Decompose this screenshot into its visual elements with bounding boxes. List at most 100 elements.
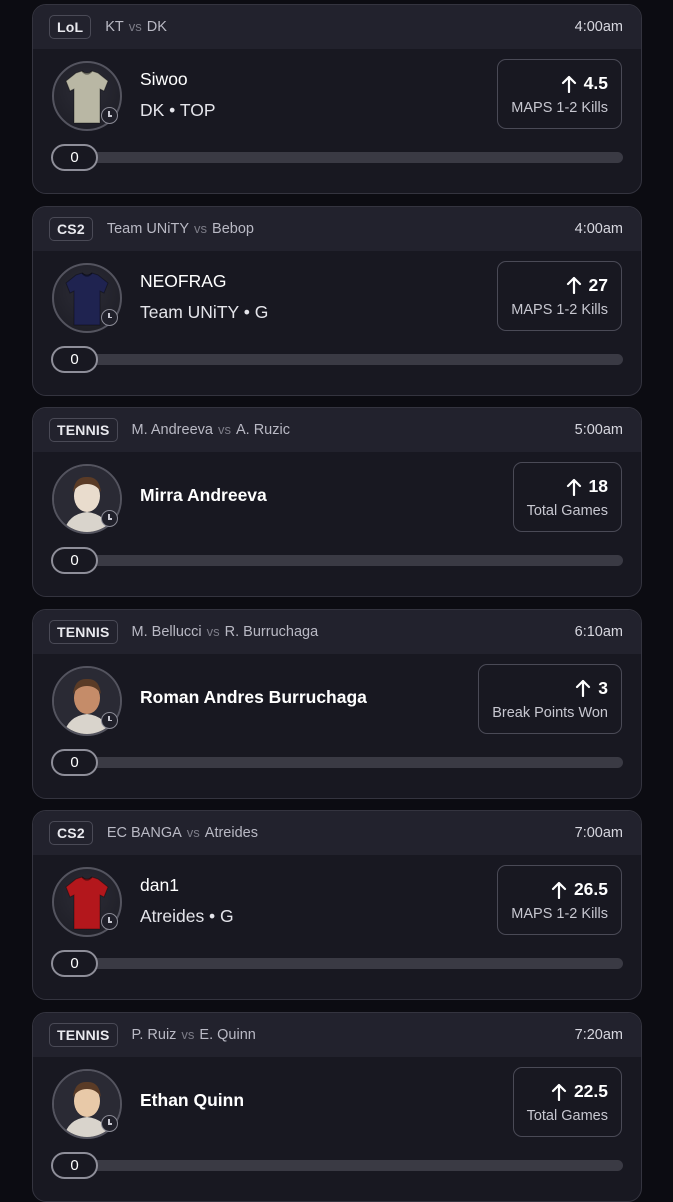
player-info: Ethan Quinn xyxy=(140,1090,244,1111)
matchup: KT vs DK xyxy=(105,19,167,35)
player-info: Mirra Andreeva xyxy=(140,485,267,506)
stat-line: 4.5 xyxy=(511,73,608,94)
projection-stat-button[interactable]: 26.5 MAPS 1-2 Kills xyxy=(497,865,622,936)
vs-label: vs xyxy=(194,220,208,236)
stat-label: Total Games xyxy=(526,503,608,520)
card-body: Ethan Quinn 22.5 Total Games 0 xyxy=(33,1057,641,1179)
clock-icon xyxy=(101,510,118,528)
stat-value: 27 xyxy=(588,274,608,295)
projection-card[interactable]: TENNIS M. Bellucci vs R. Burruchaga 6:10… xyxy=(32,608,642,799)
clock-icon xyxy=(101,107,118,124)
projection-card[interactable]: TENNIS P. Ruiz vs E. Quinn 7:20am Ethan … xyxy=(32,1012,642,1202)
arrow-up-icon xyxy=(561,75,576,93)
player-name: Mirra Andreeva xyxy=(140,485,267,506)
projection-stat-button[interactable]: 3 Break Points Won xyxy=(478,663,622,734)
clock-icon xyxy=(101,913,118,931)
stat-value: 22.5 xyxy=(573,1081,608,1101)
projection-card[interactable]: TENNIS M. Andreeva vs A. Ruzic 5:00am Mi… xyxy=(32,407,642,598)
progress-row: 0 xyxy=(51,1152,623,1180)
card-body: NEOFRAG Team UNiTY • G 27 MAPS 1-2 Kills… xyxy=(33,251,641,373)
team-a: EC BANGA xyxy=(106,825,182,842)
league-badge: TENNIS xyxy=(49,418,118,443)
league-badge: CS2 xyxy=(49,216,93,241)
progress-row: 0 xyxy=(51,950,623,978)
card-body: Mirra Andreeva 18 Total Games 0 xyxy=(33,452,641,575)
projection-card[interactable]: CS2 EC BANGA vs Atreides 7:00am dan1 Atr… xyxy=(32,810,642,1001)
team-a: Team UNiTY xyxy=(106,220,190,237)
player-team: Atreides • G xyxy=(140,906,234,927)
league-badge: TENNIS xyxy=(49,619,118,644)
league-badge: CS2 xyxy=(49,821,93,846)
player-team: DK • TOP xyxy=(140,100,216,120)
player-info: dan1 Atreides • G xyxy=(140,875,234,927)
progress-row: 0 xyxy=(51,547,623,575)
progress-count: 0 xyxy=(51,748,98,776)
match-time: 6:10am xyxy=(574,623,623,640)
card-header: CS2 Team UNiTY vs Bebop 4:00am xyxy=(33,206,641,251)
projection-stat-button[interactable]: 4.5 MAPS 1-2 Kills xyxy=(497,59,622,129)
stat-value: 18 xyxy=(588,476,608,497)
arrow-up-icon xyxy=(566,478,581,496)
projection-stat-button[interactable]: 22.5 Total Games xyxy=(512,1067,622,1137)
matchup: M. Andreeva vs A. Ruzic xyxy=(132,422,290,438)
progress-row: 0 xyxy=(51,345,623,374)
projection-card[interactable]: LoL KT vs DK 4:00am Siwoo DK • TOP 4.5 M… xyxy=(32,4,642,194)
clock-icon xyxy=(101,711,118,729)
progress-count: 0 xyxy=(51,950,98,978)
arrow-up-icon xyxy=(576,680,591,698)
stat-line: 18 xyxy=(527,476,608,497)
progress-count: 0 xyxy=(51,345,98,373)
progress-track xyxy=(71,152,623,163)
team-b: A. Ruzic xyxy=(235,422,290,439)
player-name: Roman Andres Burruchaga xyxy=(140,686,367,707)
stat-label: Total Games xyxy=(526,1108,608,1124)
vs-label: vs xyxy=(206,623,220,639)
stat-line: 27 xyxy=(511,275,608,296)
player-info: Siwoo DK • TOP xyxy=(140,69,216,121)
player-team: Team UNiTY • G xyxy=(140,301,269,322)
team-b: DK xyxy=(146,19,167,35)
player-info: NEOFRAG Team UNiTY • G xyxy=(140,271,268,323)
vs-label: vs xyxy=(217,422,231,438)
card-header: LoL KT vs DK 4:00am xyxy=(33,5,641,49)
match-time: 7:00am xyxy=(574,825,623,842)
projection-stat-button[interactable]: 18 Total Games xyxy=(512,462,622,533)
player-name: Siwoo xyxy=(140,69,188,89)
stat-value: 3 xyxy=(598,677,608,698)
progress-count: 0 xyxy=(51,547,98,575)
clock-icon xyxy=(101,308,118,326)
card-body: Siwoo DK • TOP 4.5 MAPS 1-2 Kills 0 xyxy=(33,49,641,171)
progress-track xyxy=(71,555,623,567)
arrow-up-icon xyxy=(551,1083,567,1101)
progress-count: 0 xyxy=(51,144,98,171)
stat-value: 26.5 xyxy=(573,879,608,900)
team-b: Atreides xyxy=(204,825,258,842)
team-b: E. Quinn xyxy=(199,1027,256,1043)
projection-stat-button[interactable]: 27 MAPS 1-2 Kills xyxy=(497,260,622,331)
match-time: 7:20am xyxy=(574,1027,623,1043)
stat-label: Break Points Won xyxy=(492,704,608,721)
card-body: dan1 Atreides • G 26.5 MAPS 1-2 Kills 0 xyxy=(33,855,641,978)
stat-label: MAPS 1-2 Kills xyxy=(511,100,608,116)
team-b: R. Burruchaga xyxy=(224,623,319,640)
match-time: 4:00am xyxy=(574,19,623,35)
card-body: Roman Andres Burruchaga 3 Break Points W… xyxy=(33,654,641,776)
team-a: P. Ruiz xyxy=(131,1027,177,1043)
projection-card[interactable]: CS2 Team UNiTY vs Bebop 4:00am NEOFRAG T… xyxy=(32,205,642,396)
vs-label: vs xyxy=(186,825,200,841)
matchup: P. Ruiz vs E. Quinn xyxy=(132,1027,256,1043)
player-name: dan1 xyxy=(140,875,179,896)
progress-track xyxy=(71,353,623,365)
card-header: CS2 EC BANGA vs Atreides 7:00am xyxy=(33,811,641,856)
progress-track xyxy=(71,1160,623,1171)
stat-line: 22.5 xyxy=(527,1081,608,1102)
player-name: Ethan Quinn xyxy=(140,1090,245,1110)
arrow-up-icon xyxy=(566,276,581,295)
progress-row: 0 xyxy=(51,144,623,172)
card-header: TENNIS P. Ruiz vs E. Quinn 7:20am xyxy=(33,1013,641,1057)
player-info: Roman Andres Burruchaga xyxy=(140,687,367,708)
card-header: TENNIS M. Andreeva vs A. Ruzic 5:00am xyxy=(33,408,641,453)
vs-label: vs xyxy=(181,1027,195,1042)
card-header: TENNIS M. Bellucci vs R. Burruchaga 6:10… xyxy=(33,609,641,654)
league-badge: TENNIS xyxy=(49,1023,118,1047)
